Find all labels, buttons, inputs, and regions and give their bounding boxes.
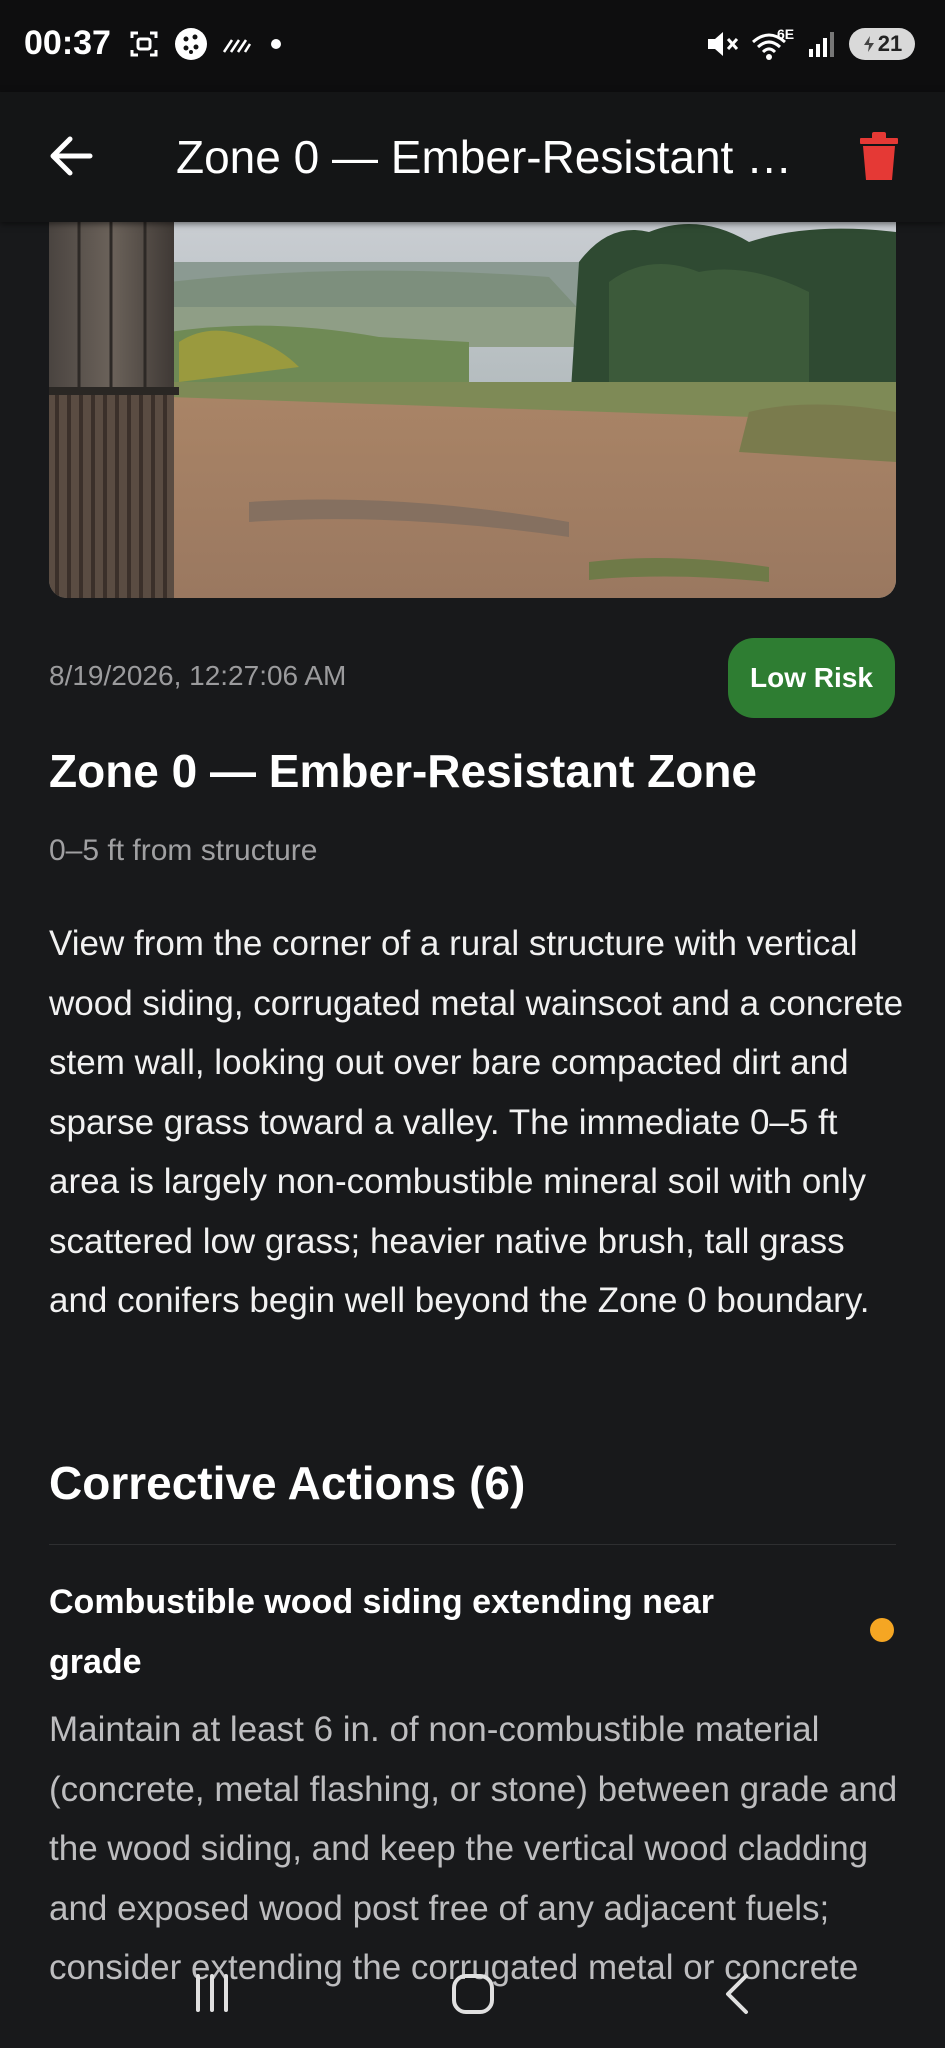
recents-icon xyxy=(196,1974,228,2012)
status-icons-right: 6E 21 xyxy=(705,26,915,62)
home-icon xyxy=(452,1974,494,2014)
nav-back-button[interactable] xyxy=(710,1970,770,2018)
divider xyxy=(49,1544,896,1545)
corrective-actions-heading: Corrective Actions (6) xyxy=(49,1457,526,1509)
cell-signal-icon xyxy=(809,32,834,57)
wifi-indicator: 6E xyxy=(751,26,795,60)
arrow-left-icon xyxy=(50,136,93,176)
dots-icon xyxy=(175,28,207,60)
battery-level: 21 xyxy=(877,31,903,56)
zone-title: Zone 0 — Ember-Resistant Zone xyxy=(49,745,758,797)
trash-icon xyxy=(860,132,898,180)
network-type: 6E xyxy=(777,26,795,42)
zone-description: View from the corner of a rural structur… xyxy=(49,924,904,1320)
zone-range: 0–5 ft from structure xyxy=(49,834,318,867)
recents-button[interactable] xyxy=(182,1970,242,2018)
assessment-photo[interactable] xyxy=(49,222,896,598)
action-title: Combustible wood siding extending near g… xyxy=(49,1583,714,1681)
system-nav-bar xyxy=(0,1940,945,2048)
status-time: 00:37 xyxy=(24,24,111,62)
severity-indicator xyxy=(870,1618,894,1642)
app-bar: Zone 0 — Ember-Resistant Zone xyxy=(0,92,945,222)
risk-badge: Low Risk xyxy=(728,638,895,718)
delete-button[interactable] xyxy=(858,128,900,184)
status-icons-left xyxy=(128,26,286,62)
mute-icon xyxy=(708,32,739,56)
assessment-timestamp: 8/19/2026, 12:27:06 AM xyxy=(49,660,347,691)
battery-saver-icon xyxy=(863,36,874,52)
status-bar: 00:37 6E 21 xyxy=(0,0,945,92)
screenshot-icon xyxy=(130,31,158,57)
dot-icon xyxy=(271,39,281,49)
back-button[interactable] xyxy=(44,128,100,184)
signal-lines-icon xyxy=(222,39,252,53)
home-button[interactable] xyxy=(444,1970,504,2018)
back-icon xyxy=(726,1974,748,2014)
landscape-photo-illustration xyxy=(49,222,896,598)
battery-icon: 21 xyxy=(849,28,915,60)
page-title: Zone 0 — Ember-Resistant Zone xyxy=(176,131,816,183)
